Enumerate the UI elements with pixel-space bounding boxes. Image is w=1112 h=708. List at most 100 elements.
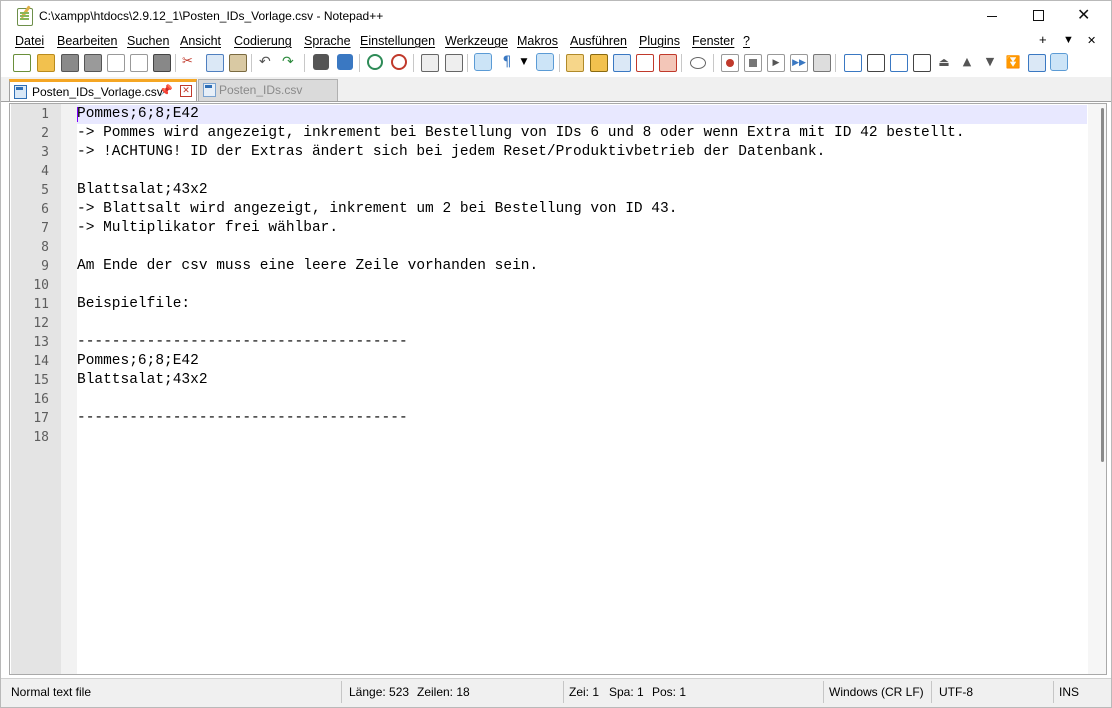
menu-einstellungen[interactable]: Einstellungen bbox=[360, 34, 435, 48]
menu-ansicht[interactable]: Ansicht bbox=[180, 34, 221, 48]
close-doc-button[interactable]: ✕ bbox=[1087, 34, 1096, 47]
toolbar-tool-9-icon[interactable] bbox=[1028, 54, 1046, 72]
run-macro-multiple-icon[interactable]: ▶▶ bbox=[790, 54, 808, 72]
paste-icon[interactable] bbox=[229, 54, 247, 72]
scrollbar-thumb[interactable] bbox=[1101, 108, 1104, 462]
code-line[interactable] bbox=[77, 428, 1087, 447]
tab-close-icon[interactable]: ✕ bbox=[180, 85, 192, 97]
udl-icon[interactable] bbox=[566, 54, 584, 72]
new-tab-button[interactable]: + bbox=[1039, 32, 1047, 47]
doc-map-icon[interactable] bbox=[590, 54, 608, 72]
find-icon[interactable] bbox=[313, 54, 329, 70]
code-line[interactable]: -------------------------------------- bbox=[77, 409, 1087, 428]
code-line[interactable] bbox=[77, 314, 1087, 333]
save-macro-icon[interactable] bbox=[813, 54, 831, 72]
code-area[interactable]: Pommes;6;8;E42 -> Pommes wird angezeigt, … bbox=[77, 105, 1087, 447]
window-title: C:\xampp\htdocs\2.9.12_1\Posten_IDs_Vorl… bbox=[39, 9, 384, 23]
tab-list-dropdown-button[interactable]: ▼ bbox=[1063, 34, 1074, 46]
line-number: 15 bbox=[33, 373, 49, 388]
show-all-chars-icon[interactable]: ¶ bbox=[499, 54, 515, 70]
menu-ausfuehren[interactable]: Ausführen bbox=[570, 34, 627, 48]
sync-horizontal-icon[interactable] bbox=[445, 54, 463, 72]
show-all-chars-dropdown-icon[interactable]: ▼ bbox=[519, 54, 529, 70]
toolbar-tool-2-icon[interactable] bbox=[867, 54, 885, 72]
code-line[interactable]: Pommes;6;8;E42 bbox=[77, 352, 1087, 371]
code-line[interactable]: Beispielfile: bbox=[77, 295, 1087, 314]
zoom-in-icon[interactable] bbox=[367, 54, 383, 70]
code-line[interactable] bbox=[77, 238, 1087, 257]
open-file-icon[interactable] bbox=[37, 54, 55, 72]
line-number: 4 bbox=[41, 164, 49, 179]
tab-posten-ids-vorlage[interactable]: Posten_IDs_Vorlage.csv 📌 ✕ bbox=[9, 79, 197, 101]
status-encoding[interactable]: UTF-8 bbox=[939, 685, 973, 699]
pin-icon[interactable]: 📌 bbox=[159, 84, 173, 97]
code-line[interactable]: -> !ACHTUNG! ID der Extras ändert sich b… bbox=[77, 143, 1087, 162]
close-all-icon[interactable] bbox=[130, 54, 148, 72]
sync-vertical-icon[interactable] bbox=[421, 54, 439, 72]
status-separator bbox=[341, 681, 342, 703]
stop-macro-icon[interactable] bbox=[744, 54, 762, 72]
code-line[interactable]: -> Multiplikator frei wählbar. bbox=[77, 219, 1087, 238]
line-number: 16 bbox=[33, 392, 49, 407]
line-number: 7 bbox=[41, 221, 49, 236]
code-line[interactable] bbox=[77, 390, 1087, 409]
menu-fenster[interactable]: Fenster bbox=[692, 34, 734, 48]
zoom-out-icon[interactable] bbox=[391, 54, 407, 70]
toolbar-tool-7-icon[interactable]: ▼ bbox=[982, 54, 998, 70]
toolbar-tool-4-icon[interactable] bbox=[913, 54, 931, 72]
code-line[interactable]: Am Ende der csv muss eine leere Zeile vo… bbox=[77, 257, 1087, 276]
status-eol[interactable]: Windows (CR LF) bbox=[829, 685, 924, 699]
menu-datei[interactable]: Datei bbox=[15, 34, 44, 48]
indent-guide-icon[interactable] bbox=[536, 53, 554, 71]
function-list-icon[interactable] bbox=[636, 54, 654, 72]
toolbar-tool-1-icon[interactable] bbox=[844, 54, 862, 72]
word-wrap-icon[interactable] bbox=[474, 53, 492, 71]
toolbar-tool-6-icon[interactable]: ▲ bbox=[959, 54, 975, 70]
maximize-button[interactable] bbox=[1015, 1, 1061, 31]
code-line[interactable]: Blattsalat;43x2 bbox=[77, 371, 1087, 390]
code-line[interactable]: Blattsalat;43x2 bbox=[77, 181, 1087, 200]
copy-icon[interactable] bbox=[206, 54, 224, 72]
code-line[interactable] bbox=[77, 162, 1087, 181]
toolbar-tool-3-icon[interactable] bbox=[890, 54, 908, 72]
cut-icon[interactable]: ✂ bbox=[182, 54, 198, 70]
toolbar-tool-5-icon[interactable]: ⏏ bbox=[936, 54, 952, 70]
save-all-icon[interactable] bbox=[84, 54, 102, 72]
close-window-button[interactable]: ✕ bbox=[1061, 1, 1107, 31]
code-line[interactable]: -> Pommes wird angezeigt, inkrement bei … bbox=[77, 124, 1087, 143]
record-macro-icon[interactable] bbox=[721, 54, 739, 72]
text-editor[interactable]: 1 2 3 4 5 6 7 8 9 10 11 12 13 14 15 16 17 18 Pommes;6;8;E… bbox=[9, 103, 1107, 675]
status-insert-mode[interactable]: INS bbox=[1059, 685, 1079, 699]
new-file-icon[interactable] bbox=[13, 54, 31, 72]
file-saved-icon bbox=[14, 85, 27, 99]
redo-icon[interactable]: ↷ bbox=[282, 54, 298, 70]
menu-werkzeuge[interactable]: Werkzeuge bbox=[445, 34, 508, 48]
minimize-button[interactable] bbox=[969, 1, 1015, 31]
menu-sprache[interactable]: Sprache bbox=[304, 34, 351, 48]
close-file-icon[interactable] bbox=[107, 54, 125, 72]
menu-suchen[interactable]: Suchen bbox=[127, 34, 169, 48]
code-line[interactable]: -> Blattsalt wird angezeigt, inkrement u… bbox=[77, 200, 1087, 219]
play-macro-icon[interactable]: ▶ bbox=[767, 54, 785, 72]
doc-list-icon[interactable] bbox=[613, 54, 631, 72]
code-line[interactable]: Pommes;6;8;E42 bbox=[77, 105, 1087, 124]
menu-makros[interactable]: Makros bbox=[517, 34, 558, 48]
toolbar-separator bbox=[835, 54, 836, 72]
print-icon[interactable] bbox=[153, 54, 171, 72]
status-lines: Zeilen: 18 bbox=[417, 685, 470, 699]
replace-icon[interactable] bbox=[337, 54, 353, 70]
monitoring-icon[interactable] bbox=[690, 57, 706, 69]
code-line[interactable] bbox=[77, 276, 1087, 295]
code-line[interactable]: -------------------------------------- bbox=[77, 333, 1087, 352]
menu-codierung[interactable]: Codierung bbox=[234, 34, 292, 48]
folder-workspace-icon[interactable] bbox=[659, 54, 677, 72]
toolbar-tool-8-icon[interactable]: ⏬ bbox=[1005, 54, 1021, 70]
toolbar-tool-10-icon[interactable] bbox=[1050, 53, 1068, 71]
menu-bearbeiten[interactable]: Bearbeiten bbox=[57, 34, 117, 48]
undo-icon[interactable]: ↶ bbox=[259, 54, 275, 70]
save-icon[interactable] bbox=[61, 54, 79, 72]
menu-help[interactable]: ? bbox=[743, 34, 750, 48]
menu-plugins[interactable]: Plugins bbox=[639, 34, 680, 48]
tab-posten-ids[interactable]: Posten_IDs.csv bbox=[198, 79, 338, 101]
vertical-scrollbar[interactable] bbox=[1088, 104, 1106, 674]
